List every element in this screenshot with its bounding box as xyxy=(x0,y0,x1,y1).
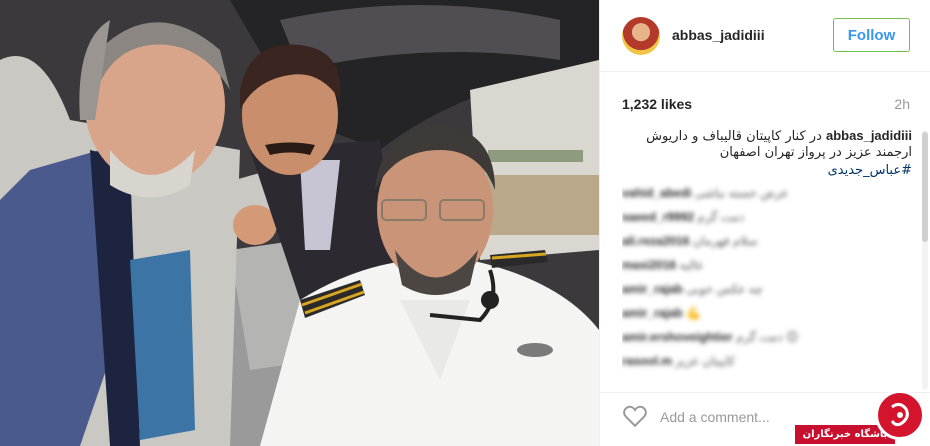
post-side-panel: abbas_jadidiii Follow 1,232 likes 2h abb… xyxy=(600,0,930,446)
comment-text: کاپیتان عزیز xyxy=(675,354,735,368)
follow-button[interactable]: Follow xyxy=(833,18,910,52)
comment-username[interactable]: ali.reza2016 xyxy=(622,234,689,248)
comment-username[interactable]: amir_rajab xyxy=(622,282,683,296)
comment-item: vahid_abedi عرض خسته نباشی xyxy=(622,184,912,202)
watermark-logo-glyph xyxy=(890,402,909,427)
comment-item: masi2016 عالیه xyxy=(622,256,912,274)
comment-text: سلام قهرمان xyxy=(692,234,758,248)
comments-area: abbas_jadidiii در کنار کاپیتان قالیباف و… xyxy=(622,128,912,388)
comment-item: amir_rajab چه عکس خوبی xyxy=(622,280,912,298)
comment-text: دمت گرم 😊 xyxy=(736,330,799,344)
username-link[interactable]: abbas_jadidiii xyxy=(672,27,765,43)
comment-text: عالیه xyxy=(679,258,704,272)
comments-scrollbar-thumb[interactable] xyxy=(922,132,928,242)
comment-text: چه عکس خوبی xyxy=(686,282,763,296)
comment-list: vahid_abedi عرض خسته نباشی saeed_r9992 د… xyxy=(622,184,912,370)
watermark-logo xyxy=(875,390,925,440)
comment-username[interactable]: amir.ershoveightier xyxy=(622,330,733,344)
comment-username[interactable]: vahid_abedi xyxy=(622,186,691,200)
caption-hashtag[interactable]: #عباس_جدیدی xyxy=(622,163,912,178)
comment-item: saeed_r9992 دمت گرم xyxy=(622,208,912,226)
comment-item: amir_rajab 💪 xyxy=(622,304,912,322)
comment-item: rasool.m کاپیتان عزیز xyxy=(622,352,912,370)
likes-count[interactable]: 1,232 likes xyxy=(622,96,692,112)
post-photo-illustration xyxy=(0,0,599,446)
comment-username[interactable]: amir_rajab xyxy=(622,306,683,320)
post-photo[interactable] xyxy=(0,0,599,446)
news-agency-watermark: باشگاه خبرنگاران xyxy=(795,382,930,446)
post-caption: abbas_jadidiii در کنار کاپیتان قالیباف و… xyxy=(622,128,912,161)
comment-item: amir.ershoveightier دمت گرم 😊 xyxy=(622,328,912,346)
comment-text: 💪 xyxy=(686,306,701,320)
comment-text: عرض خسته نباشی xyxy=(694,186,789,200)
heart-outline-icon[interactable] xyxy=(622,403,648,429)
avatar[interactable] xyxy=(622,17,660,55)
caption-username[interactable]: abbas_jadidiii xyxy=(826,128,912,143)
post-time[interactable]: 2h xyxy=(894,96,910,112)
comment-item: ali.reza2016 سلام قهرمان xyxy=(622,232,912,250)
post-header: abbas_jadidiii Follow xyxy=(600,0,930,72)
comment-username[interactable]: saeed_r9992 xyxy=(622,210,694,224)
comment-username[interactable]: rasool.m xyxy=(622,354,672,368)
comment-username[interactable]: masi2016 xyxy=(622,258,676,272)
comment-text: دمت گرم xyxy=(697,210,745,224)
